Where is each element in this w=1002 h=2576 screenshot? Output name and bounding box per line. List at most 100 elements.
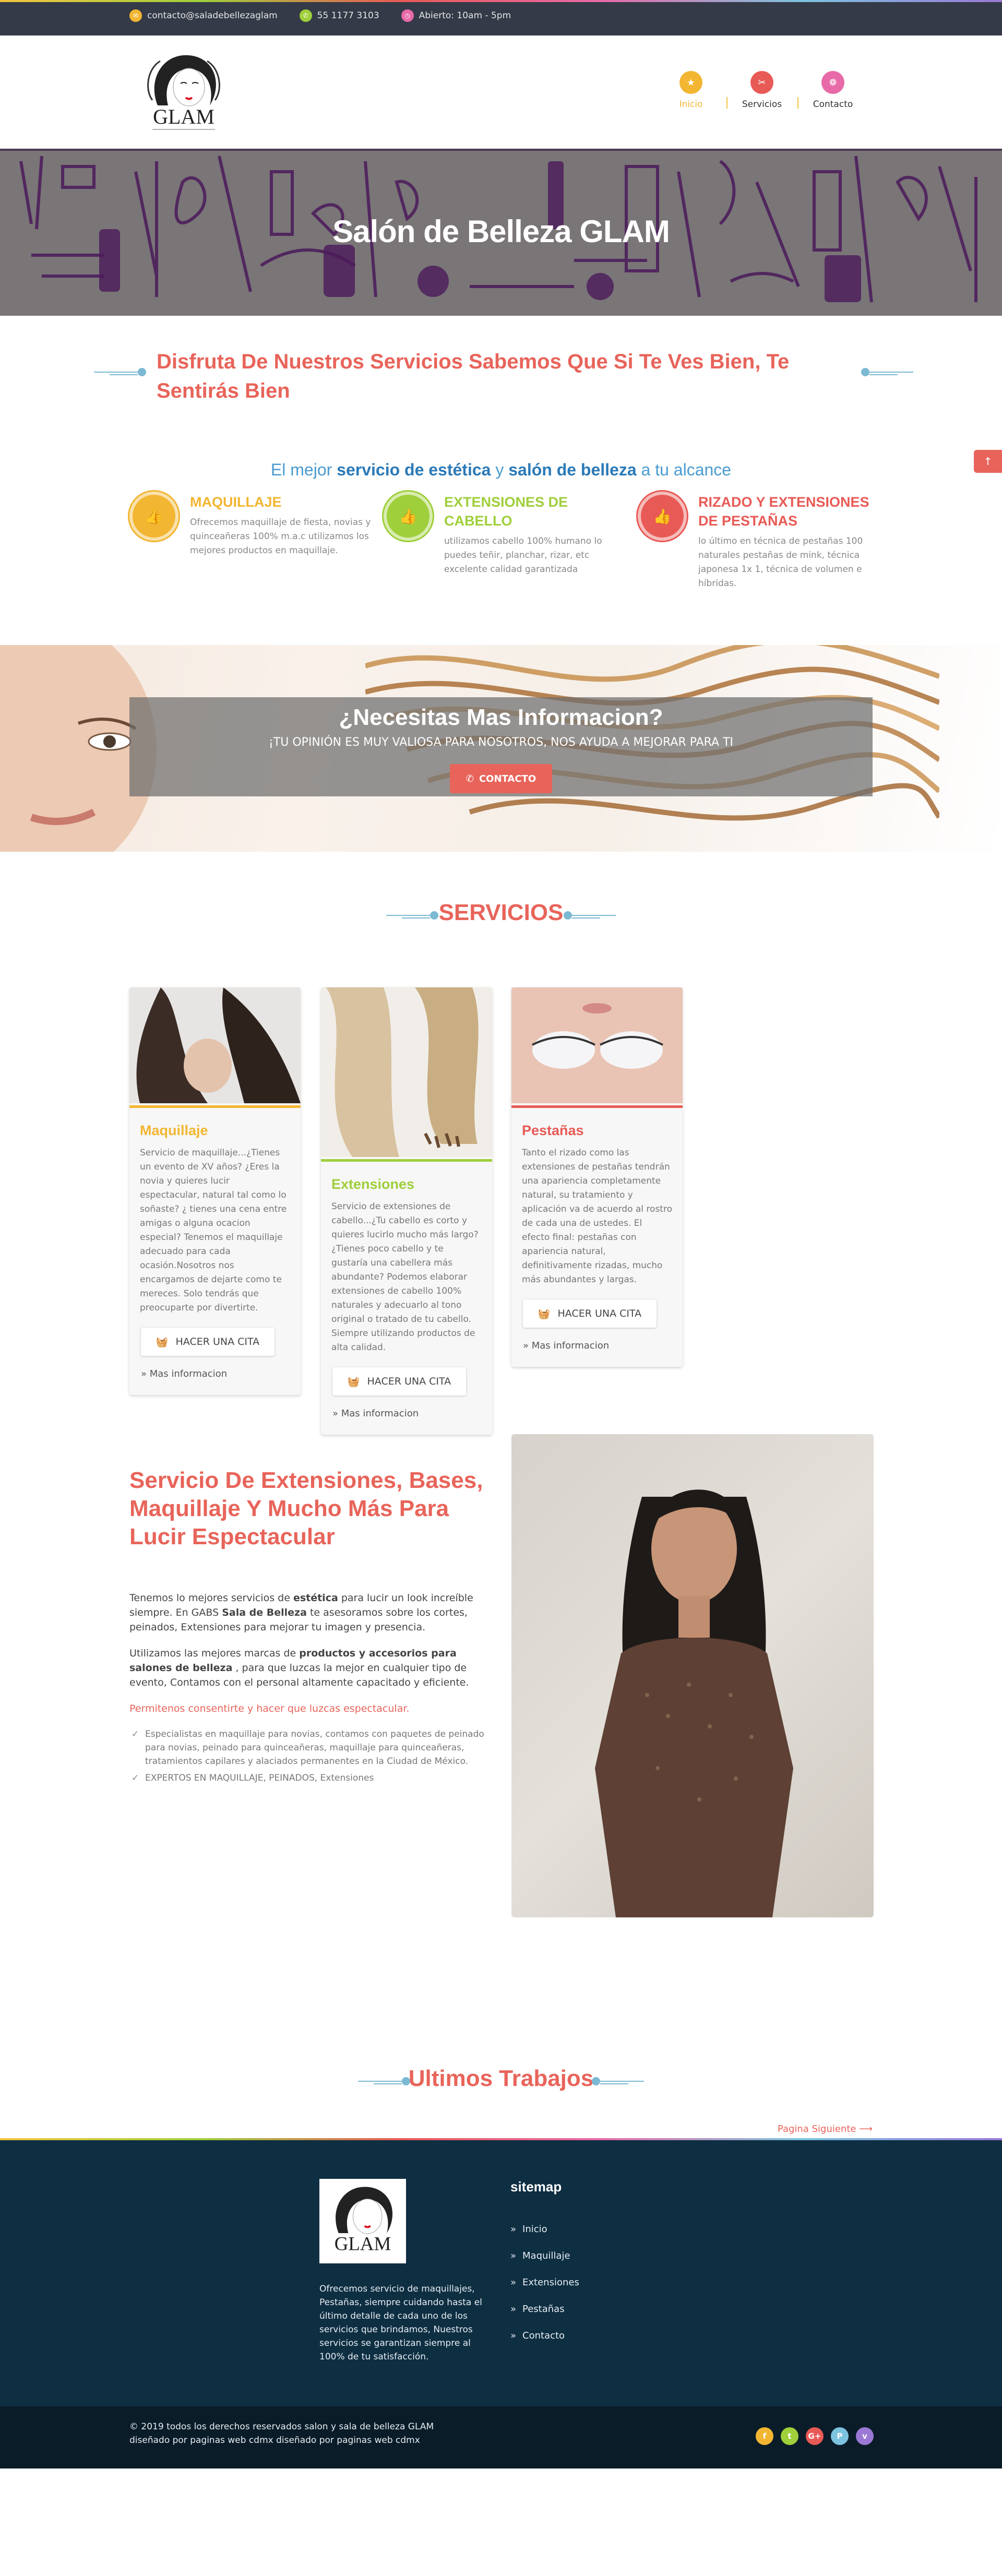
link-label: Mas informacion — [149, 1368, 228, 1379]
model-photo — [511, 1434, 874, 1917]
about-heading: Servicio De Extensiones, Bases, Maquilla… — [129, 1468, 483, 1549]
topbar-hours: ◷ Abierto: 10am - 5pm — [401, 9, 511, 22]
sitemap-link-extensiones[interactable]: Extensiones — [510, 2269, 579, 2296]
service-card-extensiones: Extensiones Servicio de extensiones de c… — [321, 987, 492, 1435]
about-section: Servicio De Extensiones, Bases, Maquilla… — [0, 1434, 1002, 2034]
info-title: ¿Necesitas Mas Informacion? — [339, 705, 663, 730]
nav-item-contacto[interactable]: ❁ Contacto — [797, 71, 868, 110]
feature-title: RIZADO Y EXTENSIONES DE PESTAÑAS — [698, 494, 869, 529]
sitemap-link-maquillaje[interactable]: Maquillaje — [510, 2243, 579, 2269]
sitemap-link-inicio[interactable]: Inicio — [510, 2216, 579, 2243]
thumbs-up-icon: 👍 — [384, 492, 433, 541]
footer-description: Ofrecemos servicio de maquillajes, Pesta… — [319, 2284, 482, 2362]
nav-item-servicios[interactable]: ✂ Servicios — [726, 71, 797, 110]
phone-icon: ✆ — [299, 9, 312, 22]
decorative-divider — [94, 368, 146, 376]
copyright-bar: © 2019 todos los derechos reservados sal… — [0, 2406, 1002, 2468]
decorative-divider — [564, 911, 616, 920]
mas-informacion-link[interactable]: » Mas informacion — [332, 1408, 492, 1419]
feature-maquillaje: 👍 MAQUILLAJE Ofrecemos maquillaje de fie… — [129, 492, 380, 558]
mas-informacion-link[interactable]: » Mas informacion — [523, 1340, 683, 1351]
sitemap-link-contacto[interactable]: Contacto — [510, 2322, 579, 2349]
pagina-siguiente-link[interactable]: Pagina Siguiente ⟶ — [778, 2124, 873, 2134]
works-section: Ultimos Trabajos Pagina Siguiente ⟶ — [0, 2034, 1002, 2138]
tagline: El mejor servicio de estética y salón de… — [270, 460, 732, 479]
glam-logo[interactable]: GLAM — [137, 48, 231, 137]
scroll-to-top-button[interactable]: ↑ — [974, 450, 1002, 473]
services-cards: Maquillaje Servicio de maquillaje...¿Tie… — [0, 987, 1002, 1435]
pestanas-photo — [511, 987, 683, 1103]
phone-link[interactable]: 55 1177 3103 — [317, 10, 379, 21]
nav-item-inicio[interactable]: ★ Inicio — [655, 71, 726, 110]
contacto-button[interactable]: ✆ CONTACTO — [450, 764, 552, 793]
services-header: SERVICIOS — [0, 852, 1002, 987]
decorative-divider — [861, 368, 913, 376]
vimeo-icon[interactable]: v — [856, 2427, 874, 2445]
about-paragraph: Tenemos lo mejores servicios de estética… — [129, 1592, 473, 1633]
phone-icon: ✆ — [466, 773, 474, 784]
footer-logo[interactable]: GLAM — [319, 2179, 406, 2263]
list-item: EXPERTOS EN MAQUILLAJE, PEINADOS, Extens… — [129, 1771, 490, 1785]
site-footer: GLAM Ofrecemos servicio de maquillajes, … — [0, 2138, 1002, 2406]
feature-pestanas: 👍 RIZADO Y EXTENSIONES DE PESTAÑAS lo úl… — [638, 492, 888, 591]
hours-text: Abierto: 10am - 5pm — [419, 10, 511, 21]
arrow-up-icon: ↑ — [983, 455, 993, 468]
basket-icon: 🧺 — [347, 1376, 360, 1388]
card-title: Maquillaje — [140, 1123, 208, 1138]
service-card-pestanas: Pestañas Tanto el rizado como las extens… — [511, 987, 683, 1367]
woman-face-logo-icon: GLAM — [147, 55, 220, 130]
topbar-phone[interactable]: ✆ 55 1177 3103 — [299, 9, 379, 22]
info-box: ¿Necesitas Mas Informacion? ¡TU OPINIÓN … — [129, 697, 873, 796]
link-label: Mas informacion — [531, 1340, 610, 1351]
facebook-icon[interactable]: f — [756, 2427, 773, 2445]
topbar-email[interactable]: ✉ contacto@saladebellezaglam — [129, 9, 278, 22]
list-item: Especialistas en maquillaje para novias,… — [129, 1727, 490, 1768]
sitemap-link-pestanas[interactable]: Pestañas — [510, 2296, 579, 2322]
intro-section: Disfruta De Nuestros Servicios Sabemos Q… — [0, 316, 1002, 460]
maquillaje-photo — [129, 987, 301, 1103]
sitemap: sitemap Inicio Maquillaje Extensiones Pe… — [510, 2179, 579, 2349]
feature-extensiones: 👍 EXTENSIONES DE CABELLO utilizamos cabe… — [384, 492, 634, 577]
svg-text:GLAM: GLAM — [335, 2233, 391, 2254]
color-stripe — [0, 2138, 1002, 2140]
email-link[interactable]: contacto@saladebellezaglam — [147, 10, 278, 21]
feature-text: lo último en técnica de pestañas 100 nat… — [698, 536, 863, 589]
clock-icon: ◷ — [401, 9, 414, 22]
decorative-divider — [592, 2077, 644, 2085]
google-plus-icon[interactable]: G+ — [806, 2427, 824, 2445]
gift-icon: ❁ — [821, 71, 844, 94]
sitemap-title: sitemap — [510, 2179, 562, 2195]
nav-label: Contacto — [813, 99, 853, 110]
top-bar: ✉ contacto@saladebellezaglam ✆ 55 1177 3… — [0, 0, 1002, 35]
envelope-icon: ✉ — [129, 9, 142, 22]
card-text: Tanto el rizado como las extensiones de … — [522, 1148, 672, 1285]
button-label: HACER UNA CITA — [175, 1336, 260, 1347]
hacer-cita-button[interactable]: 🧺 HACER UNA CITA — [523, 1299, 657, 1328]
hero-banner: Salón de Belleza GLAM — [0, 149, 1002, 316]
about-highlight: Permitenos consentirte y hacer que luzca… — [129, 1703, 410, 1714]
info-subtitle: ¡TU OPINIÓN ES MUY VALIOSA PARA NOSOTROS… — [268, 736, 733, 749]
pinterest-icon[interactable]: P — [831, 2427, 849, 2445]
button-label: CONTACTO — [479, 773, 536, 784]
feature-title: EXTENSIONES DE CABELLO — [444, 494, 568, 529]
thumbs-up-icon: 👍 — [638, 492, 687, 541]
twitter-icon[interactable]: t — [781, 2427, 798, 2445]
hacer-cita-button[interactable]: 🧺 HACER UNA CITA — [332, 1367, 466, 1396]
nav-label: Servicios — [742, 99, 782, 110]
works-title: Ultimos Trabajos — [408, 2066, 594, 2091]
button-label: HACER UNA CITA — [367, 1376, 451, 1387]
features-section: El mejor servicio de estética y salón de… — [0, 460, 1002, 645]
feature-title: MAQUILLAJE — [190, 494, 282, 510]
basket-icon: 🧺 — [538, 1308, 551, 1320]
basket-icon: 🧺 — [156, 1336, 169, 1348]
feature-text: Ofrecemos maquillaje de fiesta, novias y… — [190, 517, 371, 556]
info-banner: ¿Necesitas Mas Informacion? ¡TU OPINIÓN … — [0, 645, 1002, 852]
copyright-text: © 2019 todos los derechos reservados sal… — [129, 2422, 434, 2446]
card-text: Servicio de maquillaje...¿Tienes un even… — [140, 1148, 287, 1313]
hacer-cita-button[interactable]: 🧺 HACER UNA CITA — [141, 1328, 275, 1356]
mas-informacion-link[interactable]: » Mas informacion — [141, 1368, 301, 1379]
card-text: Servicio de extensiones de cabello...¿Tu… — [331, 1201, 479, 1353]
button-label: HACER UNA CITA — [557, 1308, 642, 1319]
card-title: Extensiones — [331, 1176, 415, 1192]
nav-label: Inicio — [679, 99, 703, 110]
